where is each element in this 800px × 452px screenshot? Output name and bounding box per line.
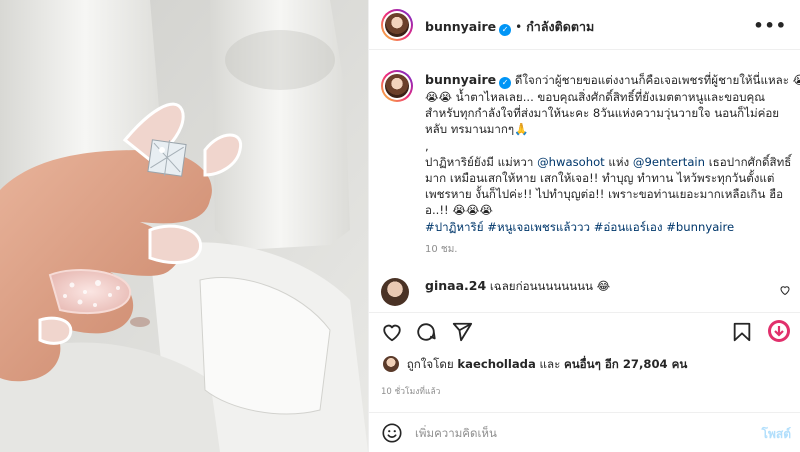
caption-line-2: สำหรับทุกกำลังใจที่ส่งมาให้นะคะ 8วันแห่ง… (425, 106, 780, 121)
avatar[interactable] (381, 9, 413, 41)
post-button[interactable]: โพสต์ (762, 425, 791, 444)
post-image[interactable] (0, 0, 368, 452)
add-comment-bar: โพสต์ (369, 412, 800, 452)
comment-avatar[interactable] (381, 278, 409, 306)
verified-badge-icon: ✓ (499, 77, 512, 89)
post-header: bunnyaire ✓ • กำลังติดตาม ••• (369, 0, 800, 50)
header-username[interactable]: bunnyaire (425, 19, 496, 34)
mention-hwasohot[interactable]: @hwasohot (537, 155, 605, 169)
caption-line-5: ปาฏิหาริย์ยังมี แม่หวา (425, 154, 534, 169)
comment-like-icon[interactable] (779, 284, 791, 299)
bookmark-icon[interactable] (731, 321, 753, 346)
heart-icon[interactable] (381, 321, 403, 346)
more-horizontal-icon[interactable]: ••• (753, 16, 787, 35)
likes-count[interactable]: คนอื่นๆ อีก 27,804 คน (564, 357, 687, 371)
caption-time[interactable]: 10 ชม. (425, 242, 457, 257)
caption-line-4: , (425, 138, 429, 153)
caption-line-0: ดีใจกว่าผู้ชายขอแต่งงานก็คือเจอเพชรที่ผู… (514, 73, 800, 87)
caption-line-8: อ..!! 😭😭😭 (425, 203, 493, 218)
verified-badge-icon: ✓ (499, 24, 512, 36)
emoji-icon[interactable] (381, 422, 403, 447)
comment-row: ginaa.24 เฉลยก่อนนนนนนนน 😂 (369, 272, 800, 308)
share-icon[interactable] (451, 321, 473, 346)
glitter-nail (48, 269, 132, 314)
mention-9entertain[interactable]: @9entertain (633, 155, 705, 169)
caption-line-3: หลับ ทรมานมากๆ🙏 (425, 122, 529, 137)
diamond (147, 139, 187, 177)
caption-line-6: มาก เหมือนเสกให้หาย เสกให้เจอ!! ทำบุญ ทำ… (425, 171, 775, 186)
post-side-panel: bunnyaire ✓ • กำลังติดตาม ••• bunnyaire ✓ ดี… (368, 0, 800, 452)
hashtags[interactable]: #ปาฏิหาริย์ #หนูเจอเพชรแล้ววว #อ่อนแอร์เ… (425, 219, 790, 235)
caption-username[interactable]: bunnyaire (425, 72, 496, 87)
caption-avatar[interactable] (381, 70, 413, 102)
caption-line-7: เพชรหาย งั้นก็ไปค่ะ!! ไปทำบุญต่อ!! เพราะ… (425, 187, 784, 202)
following-button[interactable]: กำลังติดตาม (526, 19, 594, 34)
comment-icon[interactable] (415, 321, 437, 346)
likes-summary: ถูกใจโดย kaechollada และ คนอื่นๆ อีก 27,… (383, 356, 687, 374)
caption-line-1: 😭😭 น้ำตาไหลเลย... ขอบคุณสิ่งศักดิ์สิทธิ์… (425, 90, 766, 104)
comment-username[interactable]: ginaa.24 (425, 278, 486, 293)
liker-username[interactable]: kaechollada (457, 357, 535, 371)
action-bar (369, 312, 800, 352)
comment-input[interactable] (415, 424, 735, 442)
download-extension-icon[interactable] (767, 319, 791, 346)
post-timestamp[interactable]: 10 ชั่วโมงที่แล้ว (381, 384, 440, 398)
comment-text: เฉลยก่อนนนนนนนน 😂 (489, 279, 611, 293)
liker-avatar[interactable] (383, 356, 399, 372)
